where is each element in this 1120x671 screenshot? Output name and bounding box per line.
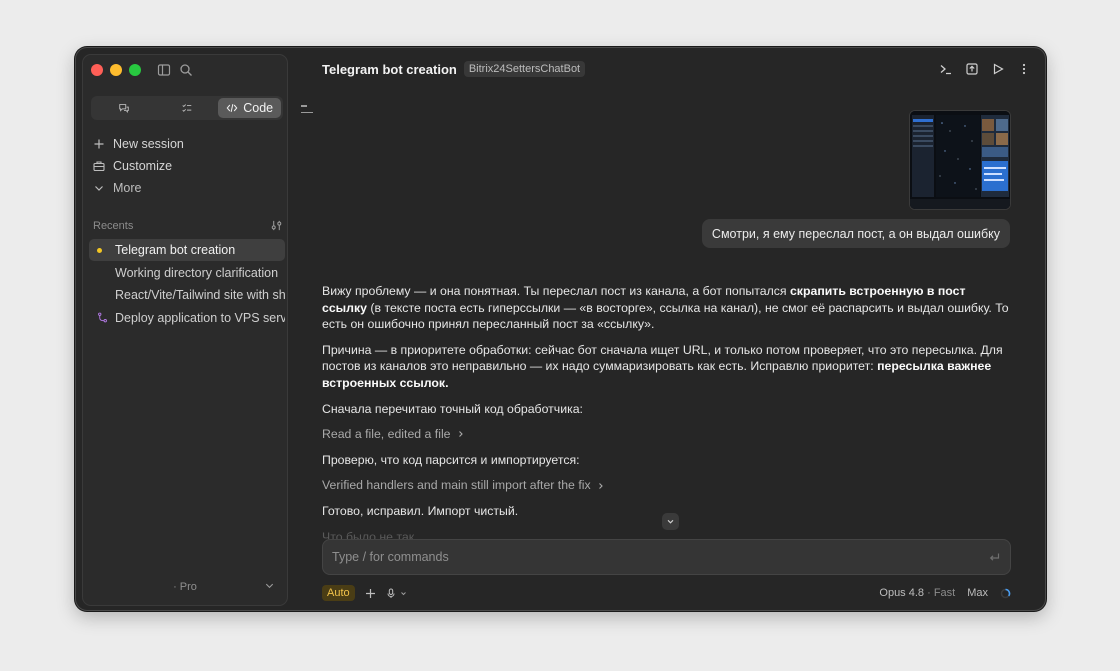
sidebar-nav: New session Customize More bbox=[93, 133, 281, 199]
window-controls bbox=[91, 64, 141, 76]
chevron-down-icon bbox=[667, 519, 674, 524]
play-icon[interactable] bbox=[991, 62, 1005, 76]
close-window-button[interactable] bbox=[91, 64, 103, 76]
briefcase-icon bbox=[93, 161, 105, 172]
tool-call-summary-verified[interactable]: Verified handlers and main still import … bbox=[322, 477, 1012, 494]
mic-selector[interactable] bbox=[386, 588, 407, 599]
minimize-window-button[interactable] bbox=[110, 64, 122, 76]
plus-icon[interactable] bbox=[365, 588, 376, 599]
response-paragraph-1: Вижу проблему — и она понятная. Ты перес… bbox=[322, 284, 1009, 332]
plus-icon bbox=[94, 139, 104, 149]
recent-item-working-directory[interactable]: Working directory clarification bbox=[89, 262, 285, 284]
code-icon bbox=[226, 104, 238, 112]
recents-label: Recents bbox=[93, 219, 134, 232]
active-session-dot bbox=[97, 247, 102, 253]
user-message-text: Смотри, я ему переслал пост, а он выдал … bbox=[711, 226, 1000, 241]
branch-icon bbox=[98, 312, 107, 323]
search-icon[interactable] bbox=[179, 63, 193, 77]
sidebar-toggle-icon[interactable] bbox=[157, 63, 171, 77]
chevron-right-icon bbox=[598, 482, 603, 489]
customize-button[interactable]: Customize bbox=[93, 155, 281, 177]
composer-toolbar: Auto Opus 4.8 · Fast Max bbox=[322, 584, 1011, 602]
chevron-down-icon bbox=[265, 583, 274, 589]
tab-code[interactable]: Code bbox=[218, 98, 282, 118]
recents-header: Recents bbox=[93, 219, 283, 232]
model-selector[interactable]: Opus 4.8 · Fast bbox=[879, 587, 955, 599]
effort-selector[interactable]: Max bbox=[967, 587, 988, 599]
context-usage-ring-icon bbox=[1000, 588, 1011, 598]
plan-label: · Pro bbox=[173, 581, 197, 593]
session-header: Telegram bot creation Bitrix24SettersCha… bbox=[322, 61, 586, 77]
response-heading-faded: Что было не так bbox=[322, 529, 415, 539]
mode-switcher: Code bbox=[91, 96, 283, 120]
outline-toggle-icon[interactable] bbox=[301, 105, 313, 118]
tab-chat[interactable] bbox=[93, 98, 156, 118]
filter-sliders-icon[interactable] bbox=[270, 219, 283, 232]
more-button[interactable]: More bbox=[93, 177, 281, 199]
account-plan-selector[interactable]: · Pro bbox=[83, 577, 287, 597]
response-paragraph-3: Сначала перечитаю точный код обработчика… bbox=[322, 401, 583, 416]
recent-item-react-vite[interactable]: React/Vite/Tailwind site with sh bbox=[89, 284, 285, 306]
tab-tasks[interactable] bbox=[156, 98, 219, 118]
share-icon[interactable] bbox=[965, 62, 979, 76]
recent-item-telegram-bot[interactable]: Telegram bot creation bbox=[89, 239, 285, 261]
zoom-window-button[interactable] bbox=[129, 64, 141, 76]
microphone-icon bbox=[387, 588, 395, 598]
mode-auto-badge[interactable]: Auto bbox=[322, 585, 355, 601]
response-paragraph-2: Причина — в приоритете обработки: сейчас… bbox=[322, 342, 1003, 390]
chevron-down-icon bbox=[400, 591, 406, 595]
repo-tag[interactable]: Bitrix24SettersChatBot bbox=[463, 61, 586, 77]
tool-call-summary-read-edit[interactable]: Read a file, edited a file bbox=[322, 426, 1012, 443]
response-paragraph-4: Проверю, что код парсится и импортируетс… bbox=[322, 452, 580, 467]
screenshot-preview-image bbox=[910, 111, 1010, 209]
chat-bubbles-icon bbox=[119, 104, 130, 113]
header-actions bbox=[939, 62, 1031, 76]
recent-item-deploy-vps[interactable]: Deploy application to VPS serve bbox=[89, 307, 285, 329]
return-enter-icon[interactable] bbox=[988, 551, 1001, 564]
new-session-button[interactable]: New session bbox=[93, 133, 281, 155]
chevron-right-icon bbox=[458, 431, 463, 438]
user-message-bubble: Смотри, я ему переслал пост, а он выдал … bbox=[701, 219, 1010, 248]
checklist-icon bbox=[182, 104, 192, 112]
composer bbox=[322, 539, 1011, 575]
chevron-down-icon bbox=[95, 186, 103, 191]
more-vertical-icon[interactable] bbox=[1017, 62, 1031, 76]
page-title: Telegram bot creation bbox=[322, 61, 457, 77]
terminal-icon[interactable] bbox=[939, 62, 953, 76]
assistant-response: Вижу проблему — и она понятная. Ты перес… bbox=[322, 283, 1012, 539]
sidebar: Code New session Customize More Recents bbox=[82, 54, 288, 606]
scroll-to-bottom-button[interactable] bbox=[662, 513, 679, 530]
app-window: Code New session Customize More Recents bbox=[75, 47, 1046, 611]
command-input[interactable] bbox=[332, 550, 932, 564]
attached-screenshot-thumbnail[interactable] bbox=[909, 110, 1011, 210]
recents-list: Telegram bot creation Working directory … bbox=[89, 239, 285, 329]
